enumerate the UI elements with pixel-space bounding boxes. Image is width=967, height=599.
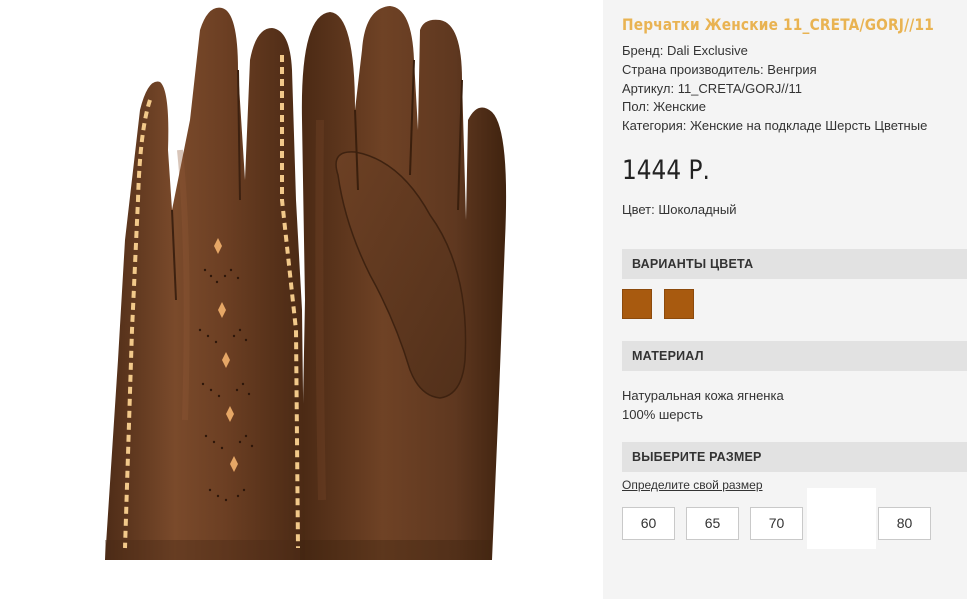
color-swatch-1[interactable] bbox=[622, 289, 652, 319]
size-option-60[interactable]: 60 bbox=[622, 507, 675, 540]
material-text: Натуральная кожа ягненка 100% шерсть bbox=[622, 386, 784, 424]
size-option-80[interactable]: 80 bbox=[878, 507, 931, 540]
product-title: Перчатки Женские 11_CRETA/GORJ//11 bbox=[622, 15, 934, 34]
size-heading: ВЫБЕРИТЕ РАЗМЕР bbox=[622, 442, 967, 472]
material-heading: МАТЕРИАЛ bbox=[622, 341, 967, 371]
brand-text: Бренд: Dali Exclusive bbox=[622, 43, 748, 58]
gloves-illustration bbox=[105, 6, 507, 560]
material-line-2: 100% шерсть bbox=[622, 407, 703, 422]
country-text: Страна производитель: Венгрия bbox=[622, 61, 817, 77]
product-attributes: Бренд: Dali Exclusive Страна производите… bbox=[622, 42, 927, 136]
category-text: Категория: Женские на подкладе Шерсть Цв… bbox=[622, 118, 928, 134]
product-image[interactable] bbox=[0, 0, 603, 599]
size-option-65[interactable]: 65 bbox=[686, 507, 739, 540]
size-option-70[interactable]: 70 bbox=[750, 507, 803, 540]
size-gap bbox=[807, 488, 876, 549]
color-swatch-2[interactable] bbox=[664, 289, 694, 319]
product-price: 1444 Р. bbox=[622, 155, 710, 186]
size-guide-link[interactable]: Определите свой размер bbox=[622, 478, 763, 492]
material-line-1: Натуральная кожа ягненка bbox=[622, 388, 784, 403]
article-text: Артикул: 11_CRETA/GORJ//11 bbox=[622, 80, 802, 96]
color-variants-heading: ВАРИАНТЫ ЦВЕТА bbox=[622, 249, 967, 279]
product-color: Цвет: Шоколадный bbox=[622, 202, 737, 217]
gender-text: Пол: Женские bbox=[622, 99, 707, 115]
product-info: Перчатки Женские 11_CRETA/GORJ//11 Бренд… bbox=[603, 0, 967, 599]
